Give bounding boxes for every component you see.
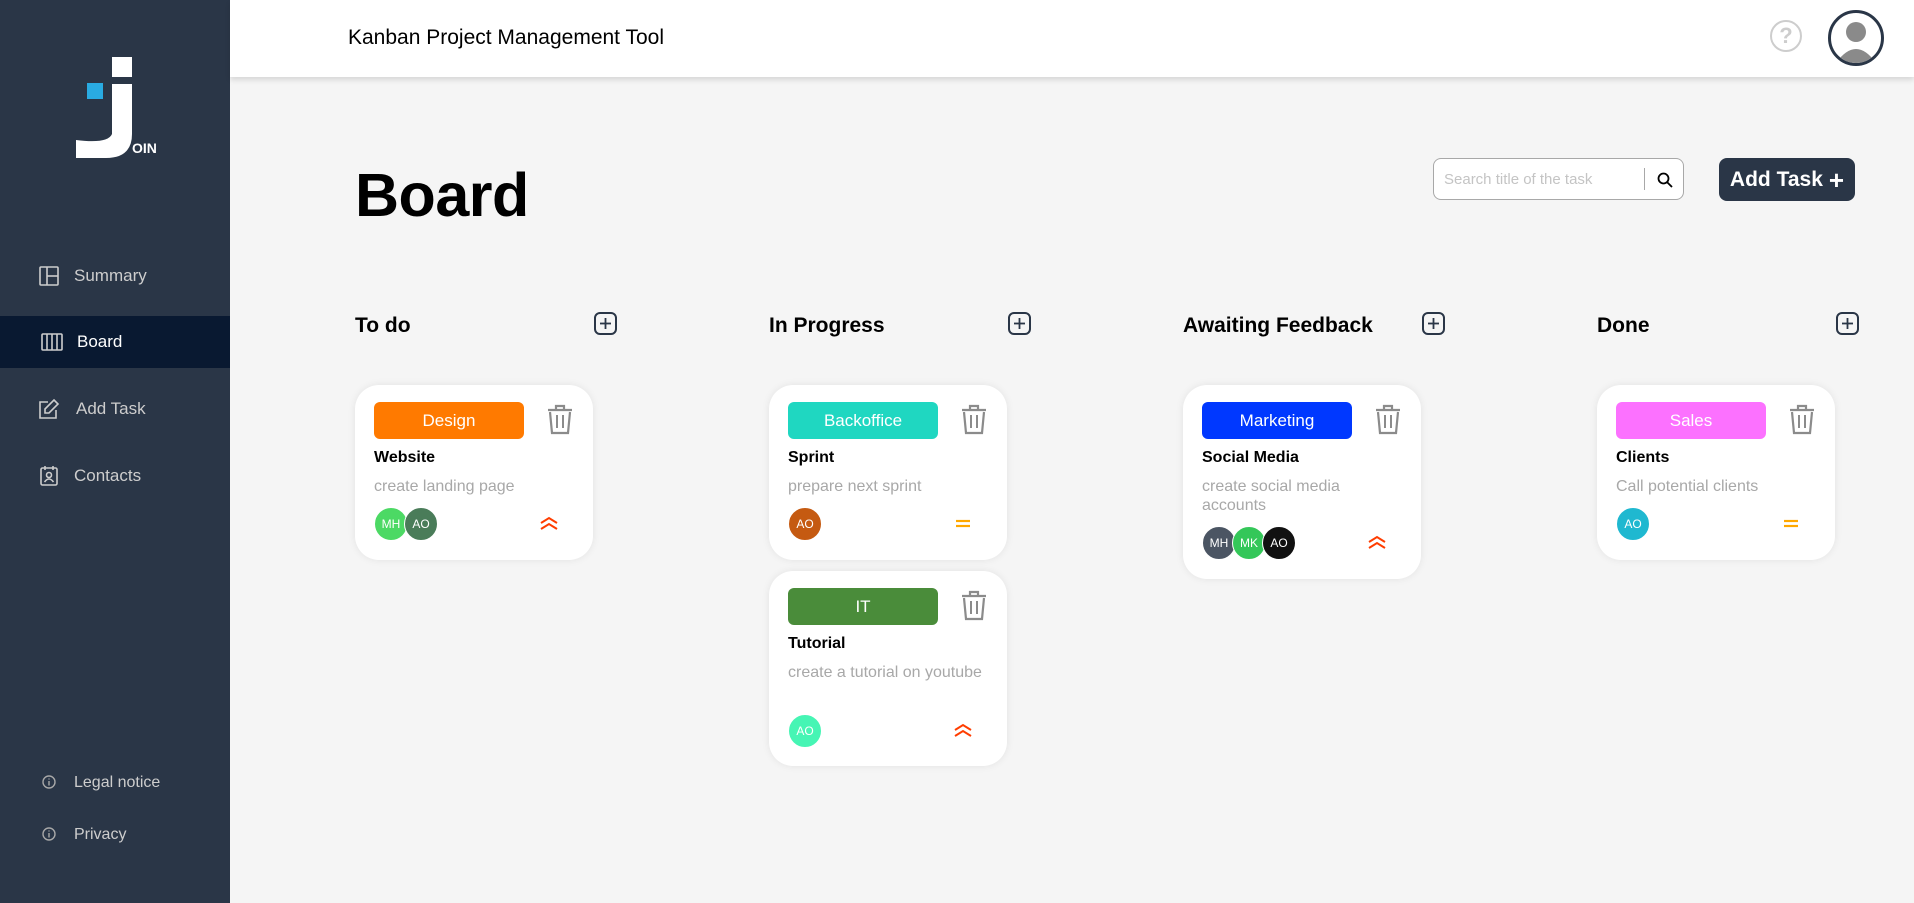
task-card[interactable]: IT Tutorial create a tutorial on youtube… — [769, 571, 1007, 766]
trash-icon[interactable] — [1788, 403, 1816, 435]
column-in-progress-header: In Progress — [769, 310, 1031, 340]
category-tag: Design — [374, 402, 524, 439]
add-task-icon — [38, 398, 60, 420]
summary-icon — [38, 265, 60, 287]
task-card[interactable]: Backoffice Sprint prepare next sprint AO — [769, 385, 1007, 560]
priority-medium-icon — [952, 515, 974, 533]
search-box — [1433, 158, 1684, 200]
priority-urgent-icon — [952, 721, 974, 739]
card-description: create social media accounts — [1202, 478, 1340, 514]
plus-icon: + — [1828, 164, 1845, 195]
trash-icon[interactable] — [960, 589, 988, 621]
plus-icon — [1842, 318, 1853, 329]
member-avatar: MH — [1202, 526, 1236, 560]
card-title: Sprint — [788, 449, 835, 466]
sidebar-item-add-task[interactable]: Add Task — [0, 383, 230, 435]
search-divider — [1644, 168, 1645, 190]
category-tag: Backoffice — [788, 402, 938, 439]
priority-urgent-icon — [1366, 533, 1388, 551]
member-avatar: AO — [404, 507, 438, 541]
user-avatar[interactable] — [1828, 10, 1884, 66]
add-to-column-button[interactable] — [1422, 312, 1445, 335]
join-logo[interactable]: OIN — [70, 54, 170, 164]
sidebar-item-label: Add Task — [76, 399, 146, 418]
member-avatar: AO — [1262, 526, 1296, 560]
app-title: Kanban Project Management Tool — [348, 26, 664, 49]
category-tag: Marketing — [1202, 402, 1352, 439]
help-icon[interactable]: ? — [1770, 20, 1802, 52]
card-description: prepare next sprint — [788, 478, 922, 495]
logo-text: OIN — [132, 140, 157, 156]
add-task-button[interactable]: Add Task + — [1719, 158, 1855, 201]
top-header: Kanban Project Management Tool ? — [230, 0, 1914, 77]
trash-icon[interactable] — [960, 403, 988, 435]
card-title: Tutorial — [788, 635, 846, 652]
sidebar-item-contacts[interactable]: Contacts — [0, 450, 230, 502]
category-tag: Sales — [1616, 402, 1766, 439]
task-card[interactable]: Design Website create landing page MH AO — [355, 385, 593, 560]
add-task-label: Add Task — [1729, 167, 1823, 191]
card-members: MH AO — [374, 507, 438, 541]
priority-medium-icon — [1780, 515, 1802, 533]
info-icon — [42, 775, 58, 791]
add-to-column-button[interactable] — [594, 312, 617, 335]
trash-icon[interactable] — [1374, 403, 1402, 435]
member-avatar: AO — [1616, 507, 1650, 541]
plus-icon — [1014, 318, 1025, 329]
card-members: AO — [788, 714, 822, 748]
search-input[interactable] — [1444, 168, 1639, 190]
sidebar-item-label: Summary — [74, 266, 147, 285]
card-members: AO — [788, 507, 822, 541]
card-description: create a tutorial on youtube — [788, 664, 982, 681]
sidebar-item-label: Contacts — [74, 466, 142, 485]
column-title: To do — [355, 314, 411, 337]
plus-icon — [1428, 318, 1439, 329]
page-title: Board — [355, 161, 529, 229]
legal-notice-link[interactable]: Legal notice — [0, 766, 230, 800]
plus-icon — [600, 318, 611, 329]
contacts-icon — [38, 465, 60, 487]
card-title: Website — [374, 449, 436, 466]
search-icon — [1657, 172, 1673, 188]
add-to-column-button[interactable] — [1008, 312, 1031, 335]
task-card[interactable]: Marketing Social Media create social med… — [1183, 385, 1421, 579]
sidebar-item-summary[interactable]: Summary — [0, 250, 230, 302]
category-tag: IT — [788, 588, 938, 625]
member-avatar: MH — [374, 507, 408, 541]
column-awaiting-feedback-header: Awaiting Feedback — [1183, 310, 1445, 340]
member-avatar: AO — [788, 507, 822, 541]
board-icon — [41, 331, 63, 353]
privacy-label: Privacy — [74, 826, 127, 843]
sidebar-item-label: Board — [77, 332, 123, 351]
column-title: In Progress — [769, 314, 885, 337]
member-avatar: AO — [788, 714, 822, 748]
info-icon — [42, 827, 58, 843]
column-done-header: Done — [1597, 310, 1859, 340]
member-avatar: MK — [1232, 526, 1266, 560]
card-title: Social Media — [1202, 449, 1299, 466]
card-description: Call potential clients — [1616, 478, 1759, 495]
legal-notice-label: Legal notice — [74, 774, 161, 791]
privacy-link[interactable]: Privacy — [0, 818, 230, 852]
sidebar: OIN Summary Board Add Task Contacts Lega… — [0, 0, 230, 903]
card-title: Clients — [1616, 449, 1670, 466]
add-to-column-button[interactable] — [1836, 312, 1859, 335]
card-members: MH MK AO — [1202, 526, 1296, 560]
task-card[interactable]: Sales Clients Call potential clients AO — [1597, 385, 1835, 560]
trash-icon[interactable] — [546, 403, 574, 435]
column-todo-header: To do — [355, 310, 617, 340]
priority-urgent-icon — [538, 514, 560, 532]
card-members: AO — [1616, 507, 1650, 541]
column-title: Awaiting Feedback — [1183, 314, 1373, 337]
column-title: Done — [1597, 314, 1650, 337]
card-description: create landing page — [374, 478, 515, 495]
search-button[interactable] — [1652, 167, 1678, 193]
sidebar-item-board[interactable]: Board — [0, 316, 230, 368]
